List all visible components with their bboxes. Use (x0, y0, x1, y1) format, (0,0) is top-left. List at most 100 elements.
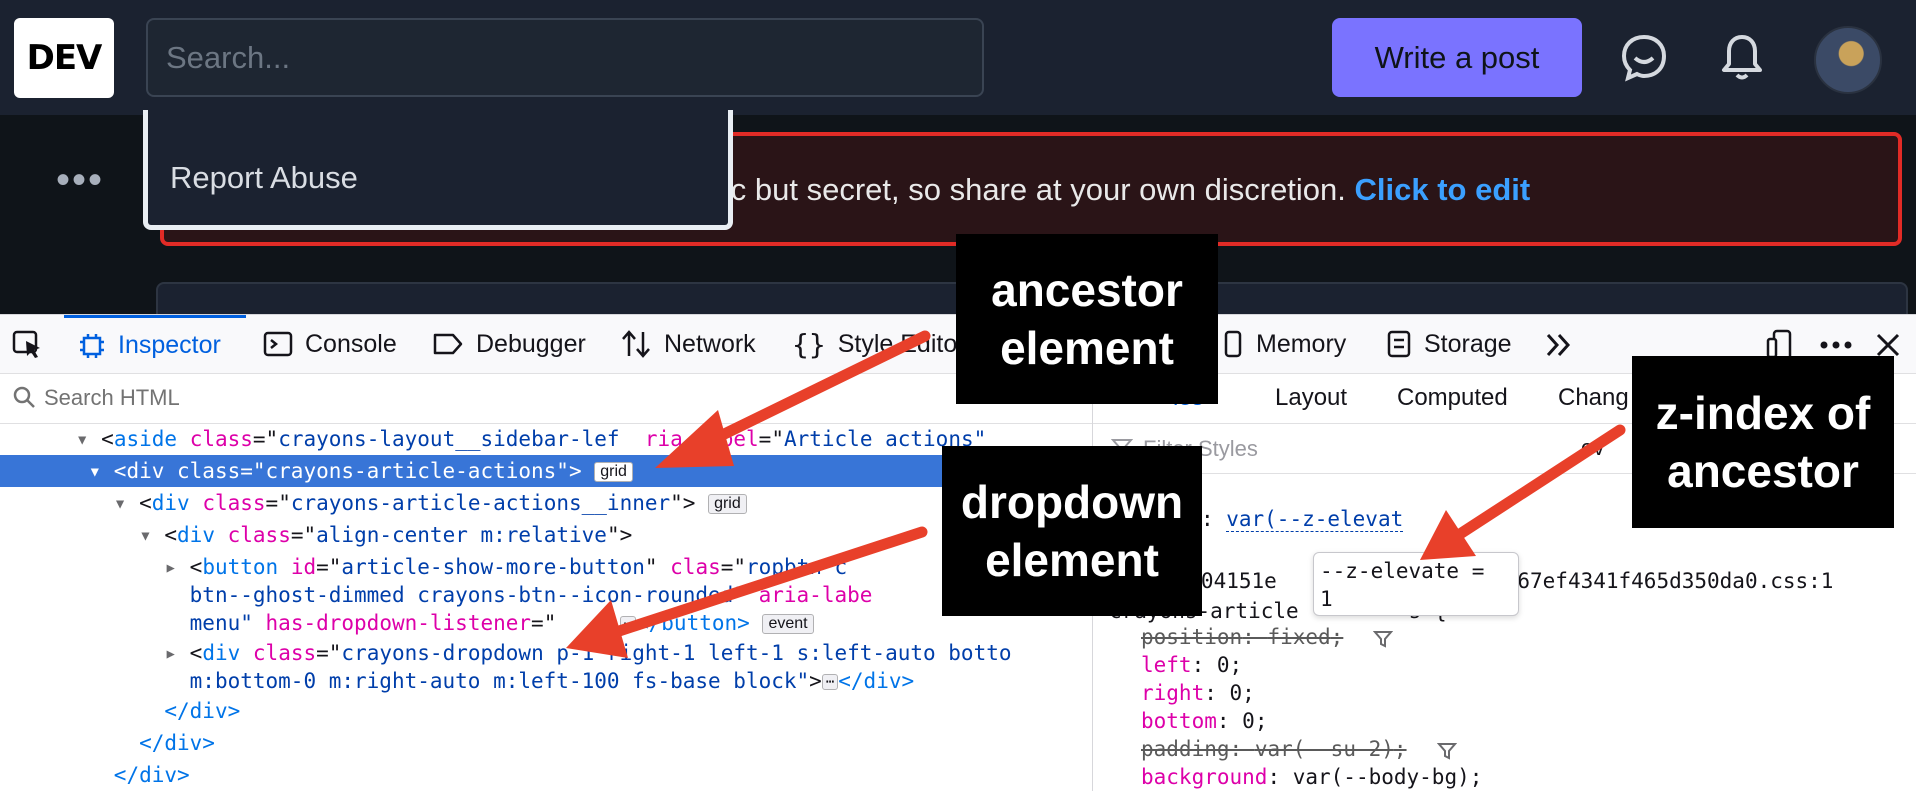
tab-inspector[interactable]: Inspector (64, 315, 246, 373)
css-var-value[interactable]: var(--z-elevat (1226, 507, 1404, 532)
search-icon (13, 386, 35, 408)
dev-logo[interactable]: DEV (14, 18, 114, 98)
collapsed-children-icon[interactable]: ⋯ (619, 616, 636, 632)
attr-name: class (202, 491, 266, 515)
more-options-icon[interactable] (1818, 335, 1854, 355)
click-to-edit-link[interactable]: Click to edit (1355, 172, 1531, 207)
element-picker-icon[interactable] (12, 330, 44, 360)
overflow-tabs-icon[interactable] (1544, 331, 1574, 359)
markup-line-article-actions-selected[interactable]: ▾ <div class="crayons-article-actions"> … (0, 455, 1092, 487)
markup-line-button-end: menu" has-dropdown-listener=" ⋯ </button>… (0, 607, 1092, 639)
css-prop: left (1141, 653, 1192, 677)
label-line: z-index of (1655, 387, 1871, 439)
write-post-button[interactable]: Write a post (1332, 18, 1582, 97)
attr-value: btn--ghost-dimmed crayons-btn--icon-roun… (189, 583, 746, 607)
attr-value: article-show-more-button (341, 555, 645, 579)
attr-name: class (189, 427, 253, 451)
decl-position[interactable]: position: fixed; (1141, 623, 1343, 651)
attr-name: id (290, 555, 317, 579)
network-icon (622, 330, 650, 358)
avatar[interactable] (1814, 26, 1882, 94)
css-prop: right (1141, 681, 1205, 705)
z-index-ancestor-label: z-index of ancestor (1632, 356, 1894, 528)
attr-value: align-center m:relative (316, 523, 607, 547)
storage-icon (1387, 330, 1411, 358)
attr-value: crayons-dropdown p-1 right-1 left-1 s:le… (341, 641, 1012, 665)
search-html-input[interactable] (42, 381, 1046, 415)
tab-label: Memory (1256, 329, 1347, 358)
tab-label: Console (305, 329, 397, 358)
dropdown-element-label: dropdown element (942, 446, 1202, 616)
decl-background[interactable]: background: var(--body-bg); (1141, 763, 1482, 791)
decl-right[interactable]: right: 0; (1141, 679, 1255, 707)
tab-console[interactable]: Console (263, 315, 397, 373)
attr-name: clas (670, 555, 721, 579)
style-editor-icon: {} (792, 327, 826, 361)
label-line: ancestor (1667, 445, 1859, 497)
grid-badge[interactable]: grid (708, 494, 747, 514)
ancestor-element-label: ancestor element (956, 234, 1218, 404)
attr-name: class (227, 523, 291, 547)
filter-rule-icon[interactable] (1373, 629, 1393, 649)
tab-layout[interactable]: Layout (1275, 373, 1347, 423)
inspector-icon (80, 333, 104, 358)
stylesheet-name-end: 2f4967ef4341f465d350da0.css:1 (1466, 569, 1834, 593)
tab-changes[interactable]: Chang (1558, 373, 1629, 423)
css-prop: position (1141, 625, 1243, 649)
attr-name: has-dropdown-listener (265, 611, 532, 635)
attr-value: menu" (189, 611, 253, 635)
css-prop: background (1141, 765, 1268, 789)
tab-style-editor[interactable]: {} Style Edito (792, 315, 957, 373)
tag-name: div (151, 491, 190, 515)
markup-line-close-div: </div> (0, 727, 1092, 759)
tab-debugger[interactable]: Debugger (432, 315, 586, 373)
console-icon (263, 331, 293, 357)
markup-line-align-center[interactable]: ▾ <div class="align-center m:relative"> (0, 519, 1092, 551)
report-abuse-item[interactable]: Report Abuse (170, 160, 358, 196)
filter-toggle-text[interactable]: ov (1581, 435, 1604, 461)
html-search-bar (0, 373, 1092, 424)
tab-label: Network (664, 329, 756, 358)
attr-value: crayons-article-actions__inner (290, 491, 671, 515)
search-input[interactable] (146, 18, 984, 97)
close-icon[interactable] (1874, 331, 1902, 359)
bell-icon[interactable] (1715, 30, 1769, 84)
tab-memory[interactable]: Memory (1222, 315, 1346, 373)
attr-value: crayons-layout__sidebar-lef (278, 427, 620, 451)
closing-tag: </button> (636, 611, 750, 635)
tab-storage[interactable]: Storage (1386, 315, 1512, 373)
tab-label: Inspector (118, 331, 221, 359)
css-prop: bottom (1141, 709, 1217, 733)
banner-message: lic but secret, so share at your own dis… (717, 172, 1346, 207)
closing-tag: </div> (164, 699, 241, 723)
filter-rule-icon[interactable] (1437, 741, 1457, 761)
chat-icon[interactable] (1617, 30, 1671, 84)
tag-name: button (202, 555, 279, 579)
css-value: 0 (1229, 681, 1243, 705)
site-header: DEV Write a post (0, 0, 1916, 115)
decl-bottom[interactable]: bottom: 0; (1141, 707, 1267, 735)
markup-line-aside[interactable]: ▾ <aside class="crayons-layout__sidebar-… (0, 423, 1092, 455)
decl-left[interactable]: left: 0; (1141, 651, 1242, 679)
tag-name: div (202, 641, 241, 665)
collapsed-children-icon[interactable]: ⋯ (821, 674, 839, 690)
tab-computed[interactable]: Computed (1397, 373, 1508, 423)
attr-eq: =" (531, 611, 557, 635)
css-value: 0 (1216, 653, 1230, 677)
closing-tag: </div> (139, 731, 215, 755)
more-actions-icon[interactable]: ••• (56, 160, 104, 200)
attr-name: aria-labe (758, 583, 873, 607)
debugger-icon (433, 333, 463, 355)
event-badge[interactable]: event (762, 614, 814, 634)
markup-line-inner[interactable]: ▾ <div class="crayons-article-actions__i… (0, 487, 1092, 519)
css-value: var(--body-bg) (1292, 765, 1470, 789)
tab-network[interactable]: Network (620, 315, 756, 373)
selected-node-text: <div class="crayons-article-actions"> (113, 459, 582, 483)
decl-padding[interactable]: padding: var(--su-2); (1141, 735, 1407, 763)
tag-name: div (177, 523, 215, 547)
markup-line-dropdown-cont: m:bottom-0 m:right-auto m:left-100 fs-ba… (189, 669, 915, 693)
tab-label: Style Edito (837, 329, 958, 358)
label-line: element (1000, 322, 1174, 374)
grid-badge[interactable]: grid (594, 462, 633, 482)
css-value: var(--su-2) (1254, 737, 1394, 761)
